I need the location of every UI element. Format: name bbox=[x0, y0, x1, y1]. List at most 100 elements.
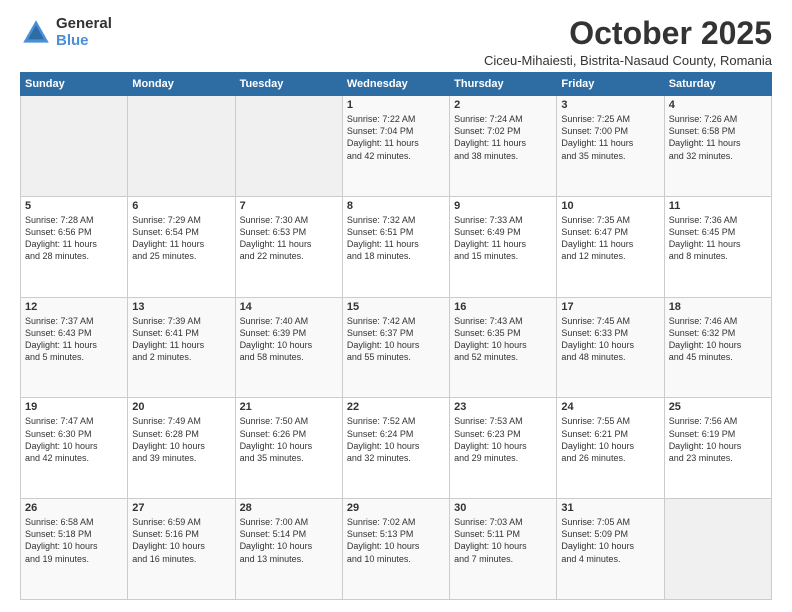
calendar-cell: 25 Sunrise: 7:56 AM Sunset: 6:19 PM Dayli… bbox=[664, 398, 771, 499]
header: General Blue October 2025 Ciceu-Mihaiest… bbox=[20, 16, 772, 68]
day-info: Sunrise: 6:58 AM Sunset: 5:18 PM Dayligh… bbox=[25, 516, 123, 565]
calendar-day-header: Friday bbox=[557, 73, 664, 96]
calendar-day-header: Monday bbox=[128, 73, 235, 96]
day-info: Sunrise: 7:24 AM Sunset: 7:02 PM Dayligh… bbox=[454, 113, 552, 162]
calendar-day-header: Sunday bbox=[21, 73, 128, 96]
day-info: Sunrise: 7:30 AM Sunset: 6:53 PM Dayligh… bbox=[240, 214, 338, 263]
day-info: Sunrise: 7:39 AM Sunset: 6:41 PM Dayligh… bbox=[132, 315, 230, 364]
day-number: 12 bbox=[25, 301, 123, 313]
calendar-cell bbox=[128, 96, 235, 197]
logo-text: General Blue bbox=[56, 16, 112, 49]
logo: General Blue bbox=[20, 16, 112, 49]
day-number: 29 bbox=[347, 502, 445, 514]
day-info: Sunrise: 7:25 AM Sunset: 7:00 PM Dayligh… bbox=[561, 113, 659, 162]
day-number: 15 bbox=[347, 301, 445, 313]
day-number: 6 bbox=[132, 200, 230, 212]
day-number: 3 bbox=[561, 99, 659, 111]
calendar-day-header: Wednesday bbox=[342, 73, 449, 96]
calendar-cell: 13 Sunrise: 7:39 AM Sunset: 6:41 PM Dayli… bbox=[128, 297, 235, 398]
day-info: Sunrise: 7:35 AM Sunset: 6:47 PM Dayligh… bbox=[561, 214, 659, 263]
calendar-cell: 31 Sunrise: 7:05 AM Sunset: 5:09 PM Dayli… bbox=[557, 499, 664, 600]
day-number: 1 bbox=[347, 99, 445, 111]
day-number: 17 bbox=[561, 301, 659, 313]
calendar-cell: 11Sunrise: 7:36 AM Sunset: 6:45 PM Dayli… bbox=[664, 196, 771, 297]
day-number: 7 bbox=[240, 200, 338, 212]
calendar-cell: 20Sunrise: 7:49 AM Sunset: 6:28 PM Dayli… bbox=[128, 398, 235, 499]
day-number: 16 bbox=[454, 301, 552, 313]
day-number: 25 bbox=[669, 401, 767, 413]
calendar-cell: 4 Sunrise: 7:26 AM Sunset: 6:58 PM Daylig… bbox=[664, 96, 771, 197]
day-number: 5 bbox=[25, 200, 123, 212]
day-number: 11 bbox=[669, 200, 767, 212]
logo-icon bbox=[20, 17, 52, 49]
calendar-cell bbox=[664, 499, 771, 600]
day-number: 27 bbox=[132, 502, 230, 514]
day-info: Sunrise: 7:03 AM Sunset: 5:11 PM Dayligh… bbox=[454, 516, 552, 565]
day-info: Sunrise: 7:26 AM Sunset: 6:58 PM Dayligh… bbox=[669, 113, 767, 162]
calendar-cell: 5 Sunrise: 7:28 AM Sunset: 6:56 PM Daylig… bbox=[21, 196, 128, 297]
day-info: Sunrise: 7:00 AM Sunset: 5:14 PM Dayligh… bbox=[240, 516, 338, 565]
day-info: Sunrise: 7:02 AM Sunset: 5:13 PM Dayligh… bbox=[347, 516, 445, 565]
calendar: SundayMondayTuesdayWednesdayThursdayFrid… bbox=[20, 72, 772, 600]
day-info: Sunrise: 7:29 AM Sunset: 6:54 PM Dayligh… bbox=[132, 214, 230, 263]
day-info: Sunrise: 6:59 AM Sunset: 5:16 PM Dayligh… bbox=[132, 516, 230, 565]
calendar-cell: 17 Sunrise: 7:45 AM Sunset: 6:33 PM Dayli… bbox=[557, 297, 664, 398]
day-info: Sunrise: 7:50 AM Sunset: 6:26 PM Dayligh… bbox=[240, 415, 338, 464]
day-number: 31 bbox=[561, 502, 659, 514]
day-info: Sunrise: 7:56 AM Sunset: 6:19 PM Dayligh… bbox=[669, 415, 767, 464]
subtitle: Ciceu-Mihaiesti, Bistrita-Nasaud County,… bbox=[484, 53, 772, 68]
calendar-cell bbox=[235, 96, 342, 197]
day-number: 2 bbox=[454, 99, 552, 111]
day-number: 30 bbox=[454, 502, 552, 514]
calendar-cell: 27 Sunrise: 6:59 AM Sunset: 5:16 PM Dayli… bbox=[128, 499, 235, 600]
day-info: Sunrise: 7:32 AM Sunset: 6:51 PM Dayligh… bbox=[347, 214, 445, 263]
calendar-cell: 16 Sunrise: 7:43 AM Sunset: 6:35 PM Dayli… bbox=[450, 297, 557, 398]
day-number: 18 bbox=[669, 301, 767, 313]
day-number: 13 bbox=[132, 301, 230, 313]
calendar-cell: 10 Sunrise: 7:35 AM Sunset: 6:47 PM Dayli… bbox=[557, 196, 664, 297]
day-info: Sunrise: 7:53 AM Sunset: 6:23 PM Dayligh… bbox=[454, 415, 552, 464]
day-info: Sunrise: 7:45 AM Sunset: 6:33 PM Dayligh… bbox=[561, 315, 659, 364]
calendar-cell: 26 Sunrise: 6:58 AM Sunset: 5:18 PM Dayli… bbox=[21, 499, 128, 600]
calendar-cell: 8 Sunrise: 7:32 AM Sunset: 6:51 PM Daylig… bbox=[342, 196, 449, 297]
day-info: Sunrise: 7:05 AM Sunset: 5:09 PM Dayligh… bbox=[561, 516, 659, 565]
day-number: 23 bbox=[454, 401, 552, 413]
logo-blue: Blue bbox=[56, 33, 112, 50]
day-info: Sunrise: 7:37 AM Sunset: 6:43 PM Dayligh… bbox=[25, 315, 123, 364]
calendar-cell: 2 Sunrise: 7:24 AM Sunset: 7:02 PM Daylig… bbox=[450, 96, 557, 197]
day-info: Sunrise: 7:52 AM Sunset: 6:24 PM Dayligh… bbox=[347, 415, 445, 464]
day-info: Sunrise: 7:43 AM Sunset: 6:35 PM Dayligh… bbox=[454, 315, 552, 364]
calendar-cell: 28 Sunrise: 7:00 AM Sunset: 5:14 PM Dayli… bbox=[235, 499, 342, 600]
day-number: 28 bbox=[240, 502, 338, 514]
calendar-cell: 12 Sunrise: 7:37 AM Sunset: 6:43 PM Dayli… bbox=[21, 297, 128, 398]
day-info: Sunrise: 7:40 AM Sunset: 6:39 PM Dayligh… bbox=[240, 315, 338, 364]
day-info: Sunrise: 7:55 AM Sunset: 6:21 PM Dayligh… bbox=[561, 415, 659, 464]
day-info: Sunrise: 7:28 AM Sunset: 6:56 PM Dayligh… bbox=[25, 214, 123, 263]
calendar-cell: 14Sunrise: 7:40 AM Sunset: 6:39 PM Dayli… bbox=[235, 297, 342, 398]
day-info: Sunrise: 7:42 AM Sunset: 6:37 PM Dayligh… bbox=[347, 315, 445, 364]
day-number: 26 bbox=[25, 502, 123, 514]
day-number: 4 bbox=[669, 99, 767, 111]
day-number: 9 bbox=[454, 200, 552, 212]
calendar-cell: 30 Sunrise: 7:03 AM Sunset: 5:11 PM Dayli… bbox=[450, 499, 557, 600]
day-info: Sunrise: 7:47 AM Sunset: 6:30 PM Dayligh… bbox=[25, 415, 123, 464]
calendar-week-row: 19 Sunrise: 7:47 AM Sunset: 6:30 PM Dayli… bbox=[21, 398, 772, 499]
calendar-week-row: 26 Sunrise: 6:58 AM Sunset: 5:18 PM Dayli… bbox=[21, 499, 772, 600]
day-number: 19 bbox=[25, 401, 123, 413]
calendar-cell: 9 Sunrise: 7:33 AM Sunset: 6:49 PM Daylig… bbox=[450, 196, 557, 297]
calendar-day-header: Saturday bbox=[664, 73, 771, 96]
day-info: Sunrise: 7:33 AM Sunset: 6:49 PM Dayligh… bbox=[454, 214, 552, 263]
day-info: Sunrise: 7:46 AM Sunset: 6:32 PM Dayligh… bbox=[669, 315, 767, 364]
logo-general: General bbox=[56, 16, 112, 33]
calendar-cell: 3 Sunrise: 7:25 AM Sunset: 7:00 PM Daylig… bbox=[557, 96, 664, 197]
calendar-cell: 6 Sunrise: 7:29 AM Sunset: 6:54 PM Daylig… bbox=[128, 196, 235, 297]
calendar-day-header: Tuesday bbox=[235, 73, 342, 96]
calendar-cell: 23 Sunrise: 7:53 AM Sunset: 6:23 PM Dayli… bbox=[450, 398, 557, 499]
day-number: 10 bbox=[561, 200, 659, 212]
calendar-cell: 29 Sunrise: 7:02 AM Sunset: 5:13 PM Dayli… bbox=[342, 499, 449, 600]
calendar-cell: 18 Sunrise: 7:46 AM Sunset: 6:32 PM Dayli… bbox=[664, 297, 771, 398]
calendar-header-row: SundayMondayTuesdayWednesdayThursdayFrid… bbox=[21, 73, 772, 96]
page: General Blue October 2025 Ciceu-Mihaiest… bbox=[0, 0, 792, 612]
day-number: 8 bbox=[347, 200, 445, 212]
day-number: 20 bbox=[132, 401, 230, 413]
